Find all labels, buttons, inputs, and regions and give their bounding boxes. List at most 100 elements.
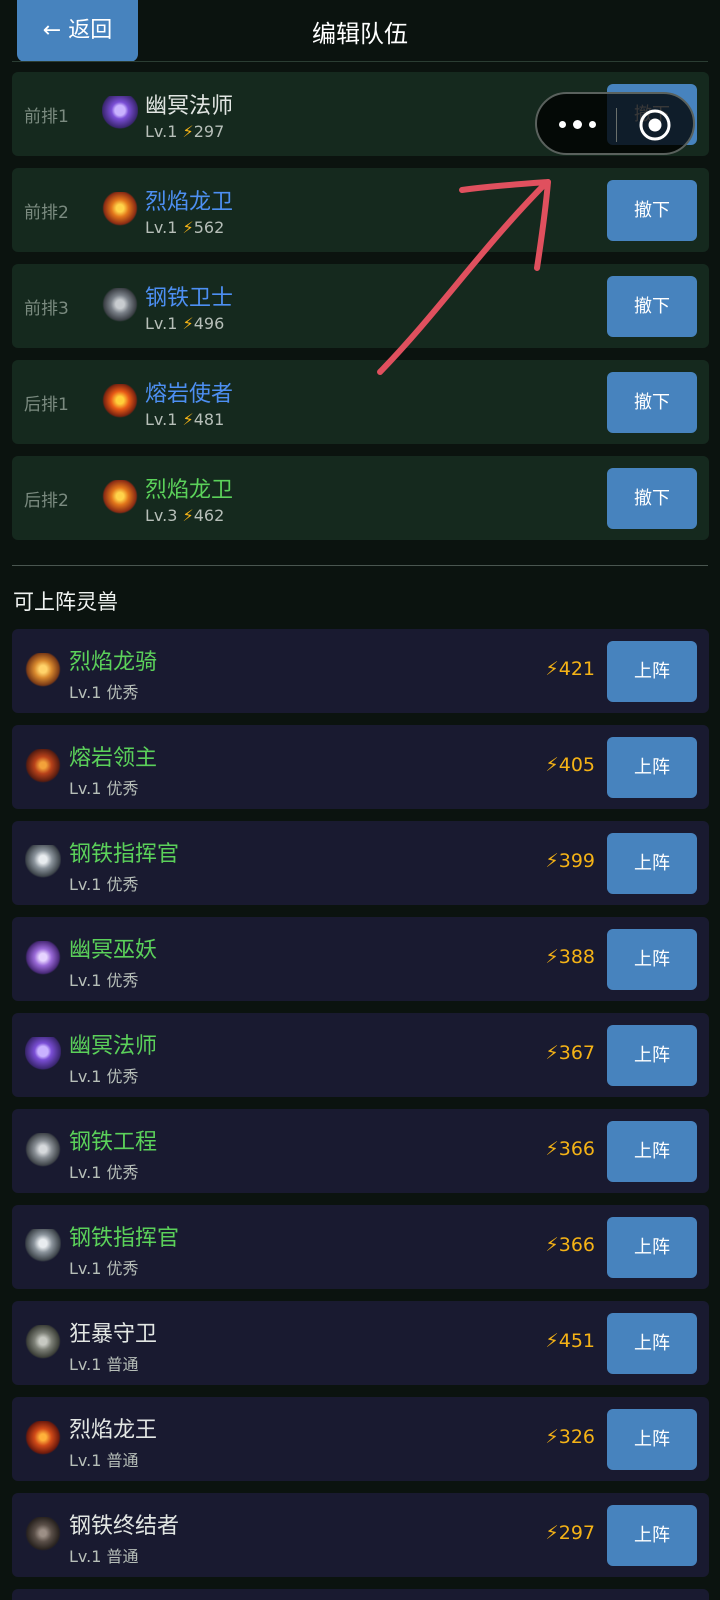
beast-name: 钢铁指挥官 (69, 842, 180, 867)
deploy-button[interactable]: 上阵 (607, 833, 697, 894)
deploy-button[interactable]: 上阵 (607, 1409, 697, 1470)
beast-level-rarity: Lv.1 普通 (69, 1547, 139, 1566)
target-circle-icon[interactable] (638, 108, 672, 142)
deploy-button[interactable]: 上阵 (607, 929, 697, 990)
lightning-icon: ⚡ (182, 122, 194, 141)
lightning-icon: ⚡ (182, 314, 194, 333)
beast-level-power: Lv.1 ⚡562 (145, 218, 225, 237)
available-item: 烈焰龙骑 Lv.1 优秀 ⚡421 上阵 (12, 629, 709, 713)
more-dots-icon[interactable] (559, 106, 599, 142)
beast-power: ⚡367 (545, 1042, 595, 1064)
team-slot-front-3: 前排3 钢铁卫士 Lv.1 ⚡496 撤下 (12, 264, 709, 348)
deploy-button[interactable]: 上阵 (607, 1121, 697, 1182)
beast-name: 幽冥巫妖 (69, 938, 158, 963)
phantom-mage-sprite (25, 1037, 61, 1073)
slot-position-label: 后排1 (24, 395, 69, 415)
phantom-lich-sprite (25, 941, 61, 977)
beast-level-rarity: Lv.1 优秀 (69, 971, 139, 990)
steel-commander-sprite (25, 1229, 61, 1265)
header-divider (12, 61, 708, 62)
deploy-button[interactable]: 上阵 (607, 1025, 697, 1086)
beast-level-power: Lv.1 ⚡496 (145, 314, 225, 333)
beast-name: 幽冥法师 (69, 1034, 158, 1059)
beast-name: 钢铁卫士 (145, 286, 234, 311)
available-item: 钢铁指挥官 Lv.1 优秀 ⚡399 上阵 (12, 821, 709, 905)
steel-guardian-sprite (102, 288, 138, 324)
available-item: 钢铁指挥官 Lv.1 优秀 ⚡366 上阵 (12, 1205, 709, 1289)
beast-name: 钢铁工程 (69, 1130, 158, 1155)
remove-button[interactable]: 撤下 (607, 180, 697, 241)
lightning-icon: ⚡ (182, 506, 194, 525)
phantom-mage-sprite (102, 96, 138, 132)
slot-position-label: 后排2 (24, 491, 69, 511)
team-slot-back-1: 后排1 熔岩使者 Lv.1 ⚡481 撤下 (12, 360, 709, 444)
beast-name: 熔岩领主 (69, 746, 158, 771)
beast-level-rarity: Lv.1 优秀 (69, 683, 139, 702)
beast-name: 幽冥法师 (145, 94, 234, 119)
beast-power: ⚡451 (545, 1330, 595, 1352)
beast-level-rarity: Lv.1 优秀 (69, 1163, 139, 1182)
beast-name: 烈焰龙王 (69, 1418, 158, 1443)
beast-level-rarity: Lv.1 优秀 (69, 1259, 139, 1278)
team-slot-back-2: 后排2 烈焰龙卫 Lv.3 ⚡462 撤下 (12, 456, 709, 540)
steel-commander-sprite (25, 845, 61, 881)
remove-button[interactable]: 撤下 (607, 276, 697, 337)
lightning-icon: ⚡ (182, 410, 194, 429)
beast-name: 钢铁指挥官 (69, 1226, 180, 1251)
available-item: 幽冥巫妖 Lv.1 优秀 ⚡388 上阵 (12, 917, 709, 1001)
beast-level-rarity: Lv.1 普通 (69, 1355, 139, 1374)
section-divider (12, 565, 708, 566)
page-title: 编辑队伍 (312, 20, 408, 48)
available-item: 烈焰龙王 Lv.1 普通 ⚡326 上阵 (12, 1397, 709, 1481)
beast-level-power: Lv.1 ⚡297 (145, 122, 225, 141)
flame-dragon-guard-sprite (102, 192, 138, 228)
deploy-button[interactable]: 上阵 (607, 641, 697, 702)
slot-position-label: 前排3 (24, 299, 69, 319)
available-item: 钢铁终结者 Lv.1 普通 ⚡297 上阵 (12, 1493, 709, 1577)
available-item: 狂暴守卫 Lv.1 普通 ⚡451 上阵 (12, 1301, 709, 1385)
team-slot-front-2: 前排2 烈焰龙卫 Lv.1 ⚡562 撤下 (12, 168, 709, 252)
slot-position-label: 前排1 (24, 107, 69, 127)
capsule-separator (616, 108, 617, 142)
lava-envoy-sprite (102, 384, 138, 420)
beast-level-rarity: Lv.1 普通 (69, 1451, 139, 1470)
available-item: 钢铁工程 Lv.1 优秀 ⚡366 上阵 (12, 1109, 709, 1193)
beast-name: 烈焰龙卫 (145, 478, 234, 503)
beast-power: ⚡326 (545, 1426, 595, 1448)
available-item: 幽冥法师 Lv.1 优秀 ⚡367 上阵 (12, 1013, 709, 1097)
beast-power: ⚡366 (545, 1234, 595, 1256)
deploy-button[interactable]: 上阵 (607, 1505, 697, 1566)
steel-terminator-sprite (25, 1517, 61, 1553)
beast-power: ⚡297 (545, 1522, 595, 1544)
beast-level-power: Lv.3 ⚡462 (145, 506, 225, 525)
available-item-partial (12, 1589, 709, 1600)
beast-name: 烈焰龙骑 (69, 650, 158, 675)
beast-name: 钢铁终结者 (69, 1514, 180, 1539)
flame-dragon-guard-sprite (102, 480, 138, 516)
beast-power: ⚡421 (545, 658, 595, 680)
header-bar: ← 返回 编辑队伍 (0, 0, 720, 62)
beast-power: ⚡366 (545, 1138, 595, 1160)
beast-name: 烈焰龙卫 (145, 190, 234, 215)
flame-dragon-rider-sprite (25, 653, 61, 689)
beast-level-rarity: Lv.1 优秀 (69, 1067, 139, 1086)
beast-level-power: Lv.1 ⚡481 (145, 410, 225, 429)
beast-level-rarity: Lv.1 优秀 (69, 875, 139, 894)
beast-power: ⚡399 (545, 850, 595, 872)
slot-position-label: 前排2 (24, 203, 69, 223)
deploy-button[interactable]: 上阵 (607, 1313, 697, 1374)
beast-power: ⚡388 (545, 946, 595, 968)
remove-button[interactable]: 撤下 (607, 372, 697, 433)
beast-level-rarity: Lv.1 优秀 (69, 779, 139, 798)
miniprogram-capsule (535, 92, 695, 155)
lightning-icon: ⚡ (182, 218, 194, 237)
beast-name: 熔岩使者 (145, 382, 234, 407)
beast-power: ⚡405 (545, 754, 595, 776)
available-section-title: 可上阵灵兽 (13, 590, 118, 614)
lava-lord-sprite (25, 749, 61, 785)
berserk-guard-sprite (25, 1325, 61, 1361)
deploy-button[interactable]: 上阵 (607, 1217, 697, 1278)
deploy-button[interactable]: 上阵 (607, 737, 697, 798)
remove-button[interactable]: 撤下 (607, 468, 697, 529)
flame-dragon-king-sprite (25, 1421, 61, 1457)
